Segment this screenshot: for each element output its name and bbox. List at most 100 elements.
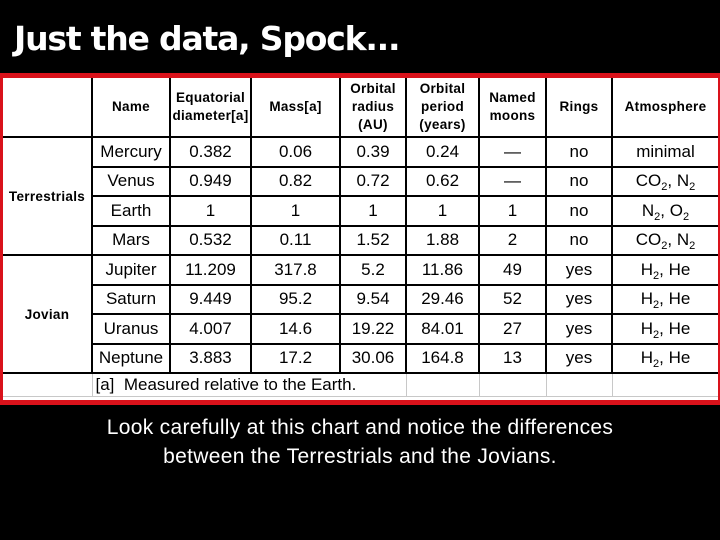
header-moons-line2: moons: [489, 108, 536, 123]
cell-name: Earth: [91, 195, 171, 227]
cell-rings: yes: [545, 254, 613, 286]
cell-period: 11.86: [405, 254, 480, 286]
cell-diameter: 4.007: [169, 313, 252, 345]
atmosphere-separator: ,: [659, 289, 669, 309]
cell-atmosphere: minimal: [611, 136, 718, 168]
cell-mass: 17.2: [250, 342, 341, 374]
header-period-line2: period: [420, 99, 465, 114]
cell-mass: 1: [250, 195, 341, 227]
header-moons: Named moons: [478, 78, 547, 138]
table-header-row: Name Equatorial diameter[a] Mass[a] Orbi…: [3, 78, 718, 138]
cell-atmosphere: H2, He: [611, 283, 718, 315]
slide-title: Just the data, Spock...: [14, 19, 401, 58]
table-body: Terrestrials Mercury 0.382 0.06 0.39 0.24— no m…: [3, 136, 718, 397]
cell-radius: 9.54: [339, 283, 407, 315]
atmosphere-separator: ,: [660, 200, 670, 220]
header-radius-line2: radius: [351, 99, 395, 114]
cell-radius: 5.2: [339, 254, 407, 286]
cell-name: Saturn: [91, 283, 171, 315]
header-rings: Rings: [545, 78, 613, 138]
cell-moons: 52: [478, 283, 547, 315]
atmosphere-component-b: N: [676, 230, 690, 250]
atmosphere-component-a: CO: [635, 230, 662, 250]
cell-name: Mars: [91, 224, 171, 256]
header-period-line1: Orbital: [419, 81, 466, 96]
table-row: Mars 0.532 0.11 1.52 1.88 2 no CO2, N2: [3, 224, 718, 256]
cell-atmosphere: H2, He: [611, 342, 718, 374]
atmosphere-subscript-b: 2: [689, 181, 696, 194]
cell-rings: no: [545, 195, 613, 227]
cell-diameter: 0.532: [169, 224, 252, 256]
planet-data-table-container: Name Equatorial diameter[a] Mass[a] Orbi…: [3, 78, 718, 400]
cell-mass: 317.8: [250, 254, 341, 286]
atmosphere-component-b: N: [676, 171, 690, 191]
cell-atmosphere: N2, O2: [611, 195, 718, 227]
header-diameter: Equatorial diameter[a]: [169, 78, 252, 138]
cell-moons: 1: [478, 195, 547, 227]
atmosphere-separator: ,: [659, 318, 669, 338]
cell-mass: 0.11: [250, 224, 341, 256]
atmosphere-separator: ,: [667, 230, 677, 250]
table-frame: Name Equatorial diameter[a] Mass[a] Orbi…: [0, 73, 720, 405]
cell-rings: yes: [545, 342, 613, 374]
cell-rings: no: [545, 165, 613, 197]
cell-radius: 19.22: [339, 313, 407, 345]
cell-atmosphere: CO2, N2: [611, 165, 718, 197]
atmosphere-component-b: He: [668, 259, 691, 279]
atmosphere-component-a: H: [640, 259, 653, 279]
cell-atmosphere: CO2, N2: [611, 224, 718, 256]
cell-moons: —: [478, 136, 547, 168]
cell-mass: 0.06: [250, 136, 341, 168]
caption-line-1: Look carefully at this chart and notice …: [106, 416, 614, 439]
footnote-row: [a] Measured relative to the Earth.: [3, 372, 718, 397]
footnote-text: [a] Measured relative to the Earth.: [91, 372, 407, 397]
table-row: Saturn 9.449 95.2 9.54 29.46 52 yes H2, He: [3, 283, 718, 315]
cell-radius: 1.52: [339, 224, 407, 256]
cell-name: Venus: [91, 165, 171, 197]
header-radius: Orbital radius (AU): [339, 78, 407, 138]
cell-period: 84.01: [405, 313, 480, 345]
cell-radius: 0.39: [339, 136, 407, 168]
cell-diameter: 0.949: [169, 165, 252, 197]
footnote-blank-cell: [3, 372, 93, 397]
atmosphere-component-a: CO: [635, 171, 662, 191]
cell-moons: 27: [478, 313, 547, 345]
slide-caption: Look carefully at this chart and notice …: [0, 413, 720, 471]
table-row: Jovian Jupiter 11.209 317.8 5.2 11.86 49 yes H2,…: [3, 254, 718, 374]
cell-diameter: 3.883: [169, 342, 252, 374]
cell-period: 1.88: [405, 224, 480, 256]
header-radius-line3: (AU): [358, 117, 388, 132]
cell-rings: no: [545, 224, 613, 256]
cell-period: 164.8: [405, 342, 480, 374]
header-diameter-line2: diameter[a]: [172, 108, 249, 123]
cell-diameter: 1: [169, 195, 252, 227]
cell-mass: 0.82: [250, 165, 341, 197]
atmosphere-component-b: He: [668, 318, 691, 338]
atmosphere-component-b: He: [668, 289, 691, 309]
cell-name: Mercury: [91, 136, 171, 168]
cell-moons: 13: [478, 342, 547, 374]
planet-data-table: Name Equatorial diameter[a] Mass[a] Orbi…: [3, 78, 718, 397]
header-moons-line1: Named: [489, 90, 536, 105]
footnote-empty-cell: [545, 372, 613, 397]
cell-mass: 14.6: [250, 313, 341, 345]
group-label-terrestrial: Terrestrials: [3, 136, 93, 256]
footnote-empty-cell: [478, 372, 547, 397]
header-radius-line1: Orbital: [350, 81, 396, 96]
header-period-line3: (years): [419, 117, 466, 132]
cell-rings: yes: [545, 283, 613, 315]
atmosphere-component-a: H: [640, 289, 653, 309]
caption-line-2: between the Terrestrials and the Jovians…: [163, 445, 557, 468]
header-name: Name: [91, 78, 171, 138]
header-group: [3, 78, 93, 138]
cell-radius: 30.06: [339, 342, 407, 374]
atmosphere-subscript-b: 2: [682, 210, 690, 223]
atmosphere-component-a: H: [640, 348, 653, 368]
atmosphere-component-b: He: [668, 348, 691, 368]
cell-name: Neptune: [91, 342, 171, 374]
atmosphere-separator: ,: [659, 259, 669, 279]
table-row: Uranus 4.007 14.6 19.22 84.01 27 yes H2, He: [3, 313, 718, 345]
cell-diameter: 11.209: [169, 254, 252, 286]
cell-diameter: 0.382: [169, 136, 252, 168]
cell-radius: 0.72: [339, 165, 407, 197]
